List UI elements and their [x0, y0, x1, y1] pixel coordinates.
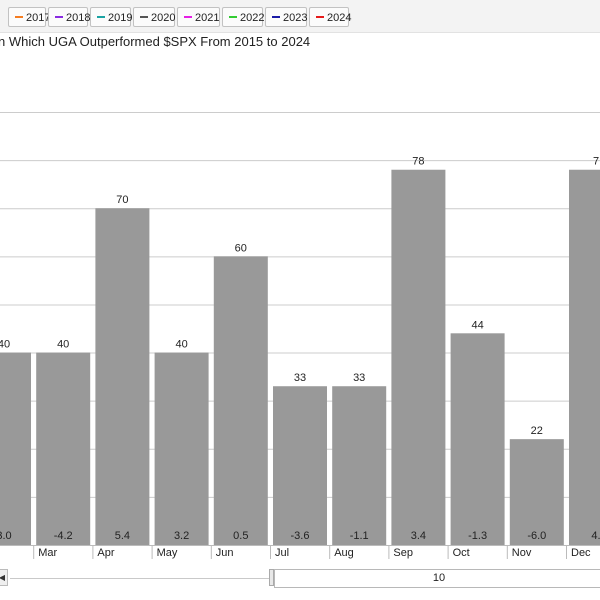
- bar-bottom-label: -1.3: [468, 530, 487, 542]
- navigator-track[interactable]: [10, 578, 272, 579]
- bar-Mar: [36, 352, 91, 545]
- bar-May: [154, 352, 209, 545]
- bar-value-label: 22: [531, 425, 543, 437]
- category-label: Jun: [216, 547, 234, 559]
- bar-chart: 40 3.0 40 -4.2 Mar 70 5.4Apr 40 3.2 May 60 0.5 Jun 33…: [0, 112, 600, 559]
- bar-bottom-label: 0.5: [233, 530, 248, 542]
- bar-value-label: 70: [116, 194, 128, 206]
- bar-Oct: [450, 333, 505, 545]
- bar-value-label: 44: [471, 319, 483, 331]
- bar-bottom-label: -1.1: [350, 530, 369, 542]
- bar-value-label: 40: [57, 339, 69, 351]
- bar-bottom-label: -3.6: [291, 530, 310, 542]
- category-label: Sep: [393, 547, 413, 559]
- category-label: Oct: [453, 547, 470, 559]
- category-label: Aug: [334, 547, 354, 559]
- bar-bottom-label: -4.2: [54, 530, 73, 542]
- category-label: Mar: [38, 547, 57, 559]
- range-navigator: ◀ 10: [0, 566, 600, 590]
- category-label: May: [157, 547, 178, 559]
- bar-bottom-label: -6.0: [527, 530, 546, 542]
- bar-Sep: [391, 169, 446, 545]
- bar-value-label: 40: [0, 339, 10, 351]
- bar-bottom-label: 3.4: [411, 530, 426, 542]
- bar-Apr: [95, 208, 150, 545]
- bar-Aug: [332, 386, 387, 545]
- bar-value-label: 78: [412, 156, 424, 168]
- bar-value-label: 60: [235, 242, 247, 254]
- bar-value-label: 7: [593, 156, 599, 168]
- bar-Jul: [273, 386, 327, 545]
- category-label: Nov: [512, 547, 532, 559]
- bar-bottom-label: 5.4: [115, 530, 130, 542]
- bar-Jun: [213, 256, 268, 545]
- bar-bottom-label: 4.: [591, 530, 600, 542]
- category-label: Jul: [275, 547, 289, 559]
- bar-value-label: 33: [353, 372, 365, 384]
- bar-bottom-label: 3.0: [0, 530, 12, 542]
- scroll-left-icon[interactable]: ◀: [0, 569, 8, 586]
- bar-Dec: [569, 169, 600, 545]
- bar-value-label: 33: [294, 372, 306, 384]
- category-label: Apr: [97, 547, 114, 559]
- bar-bottom-label: 3.2: [174, 530, 189, 542]
- navigator-window[interactable]: 10: [274, 569, 600, 588]
- category-label: Dec: [571, 547, 591, 559]
- bar-value-label: 40: [175, 339, 187, 351]
- bar-first: [0, 352, 31, 545]
